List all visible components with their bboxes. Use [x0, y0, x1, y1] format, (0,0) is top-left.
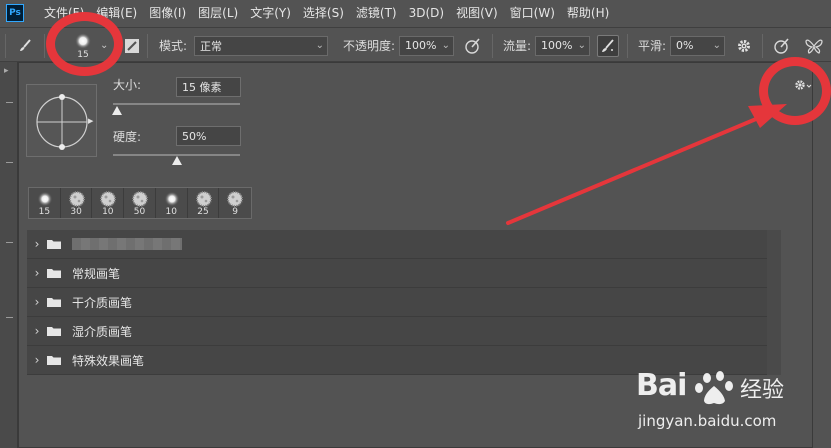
watermark-brand: Bai	[636, 368, 687, 403]
watermark-url: jingyan.baidu.com	[638, 412, 777, 430]
watermark-product: 经验	[740, 378, 785, 403]
paw-icon	[695, 371, 733, 405]
baidu-jingyan-watermark: Bai 经验 jingyan.baidu.com	[636, 368, 826, 442]
